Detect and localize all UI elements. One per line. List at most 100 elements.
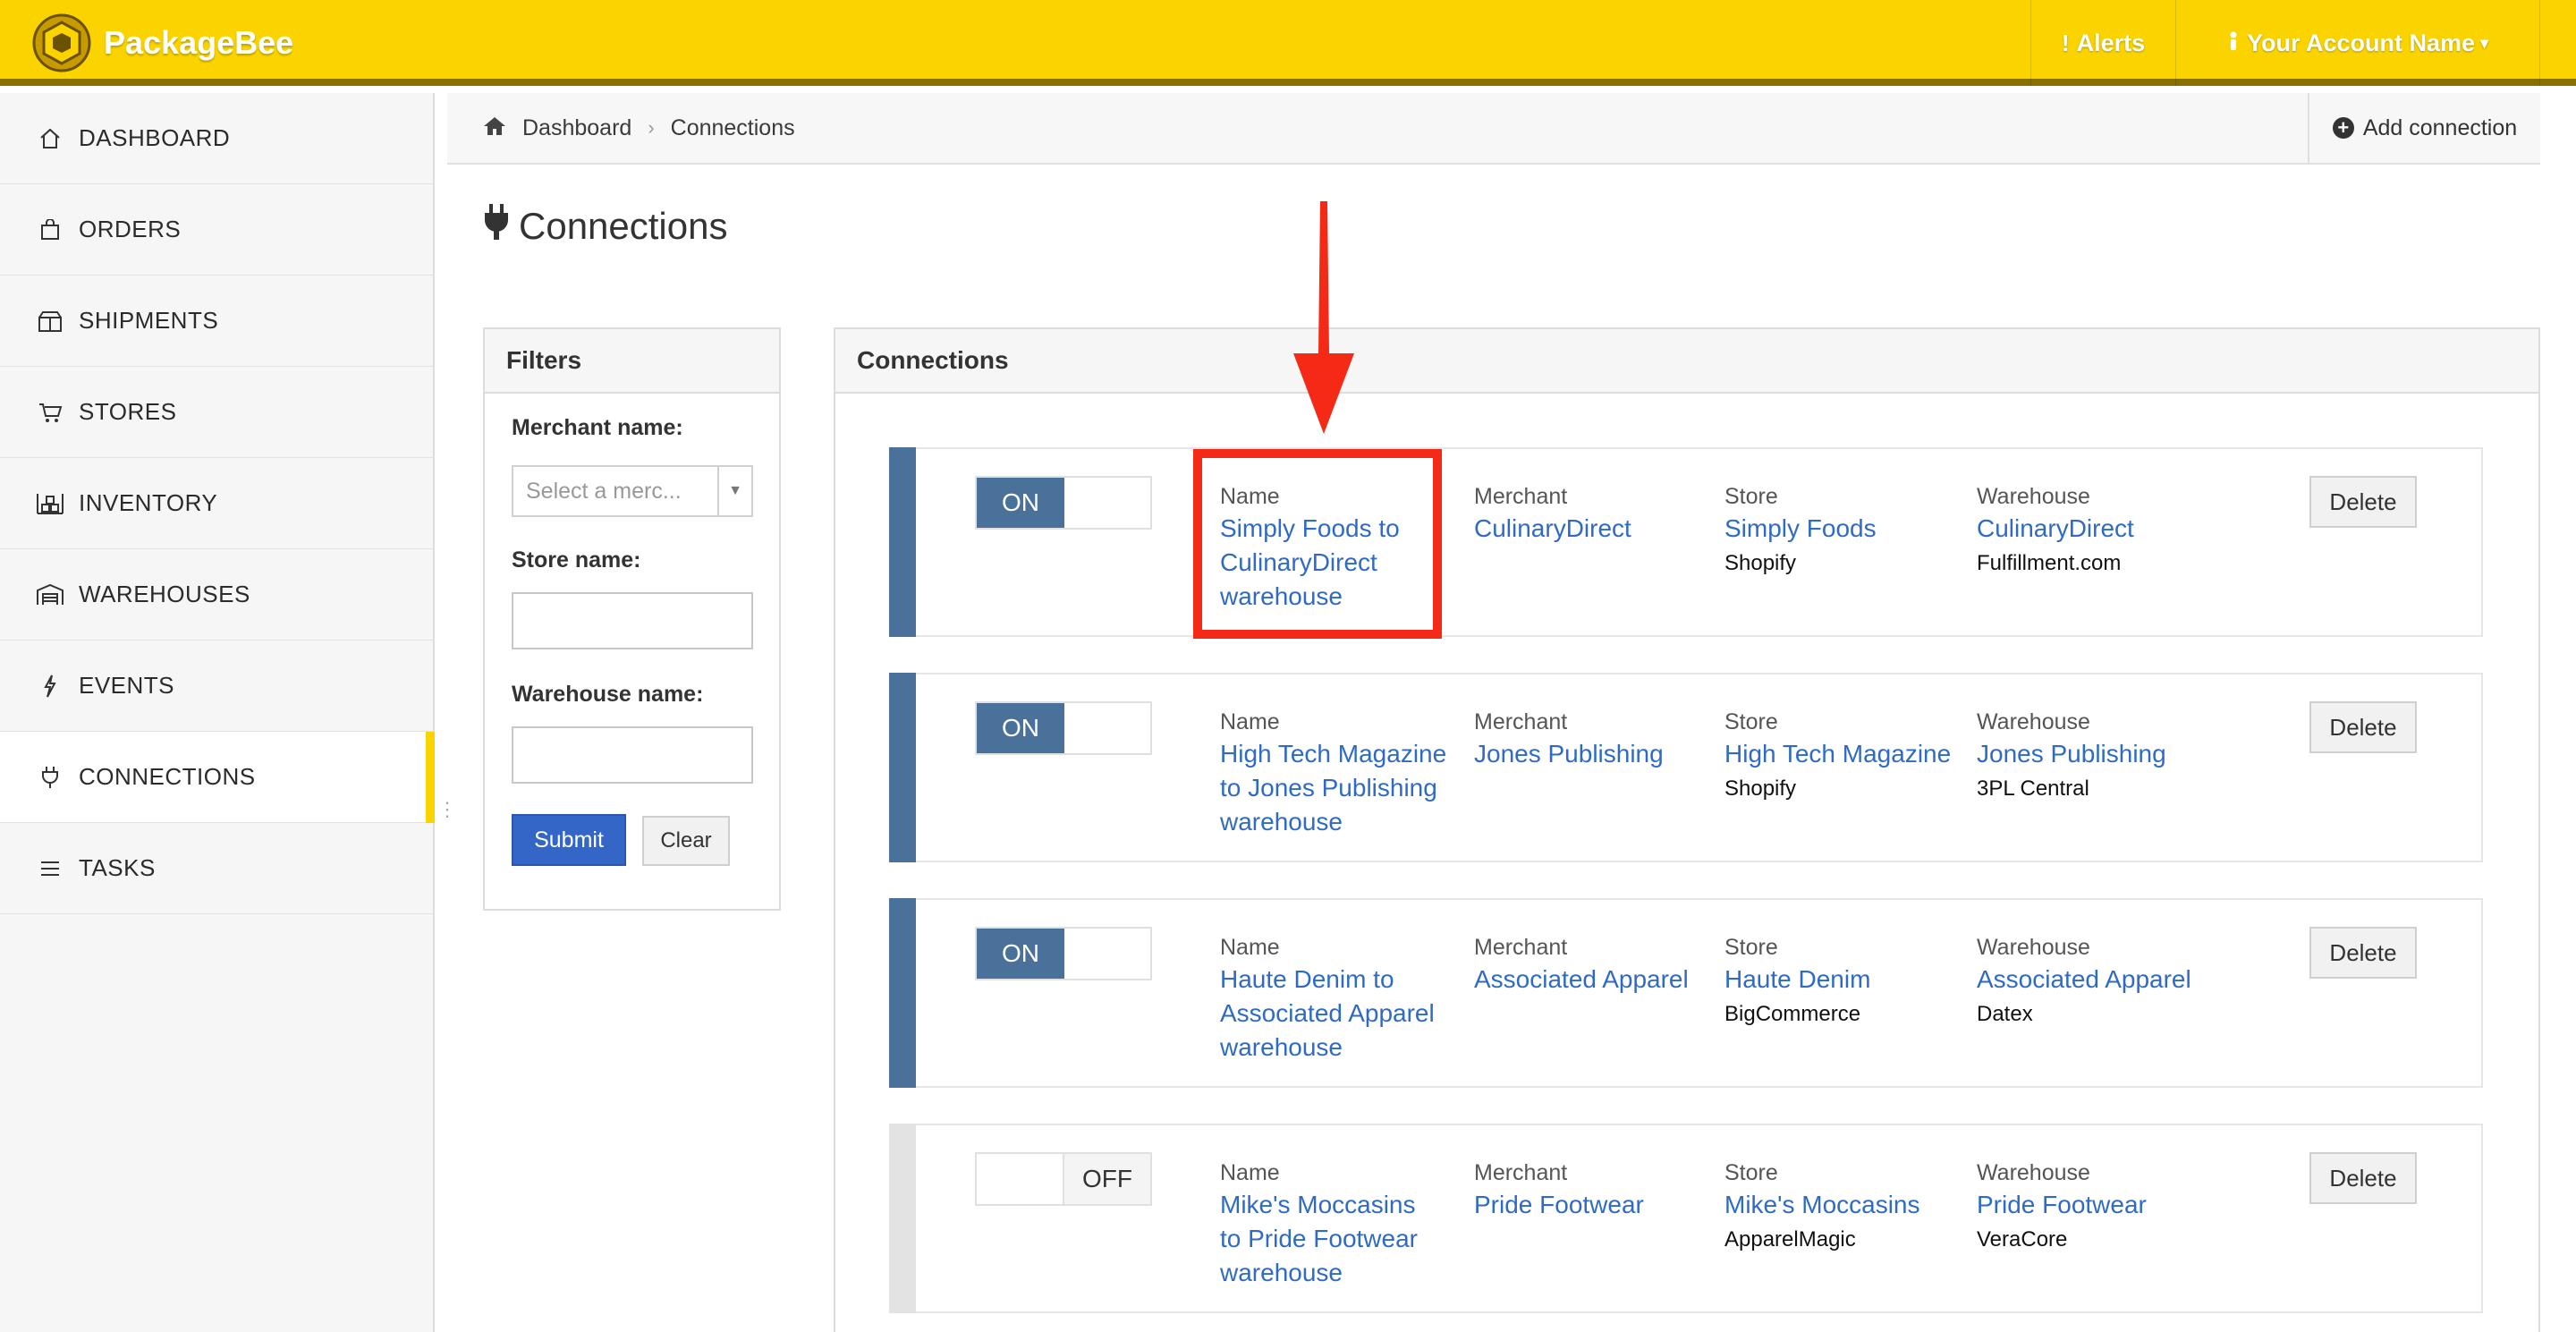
box-icon xyxy=(34,310,66,333)
connection-toggle[interactable]: ON xyxy=(975,927,1152,980)
store-label: Store xyxy=(1724,484,1778,509)
sidebar-item-connections[interactable]: CONNECTIONS xyxy=(0,732,435,823)
delete-button[interactable]: Delete xyxy=(2309,476,2417,528)
merchant-label: Merchant xyxy=(1474,484,1568,509)
store-platform: Shopify xyxy=(1724,551,1797,575)
connection-merchant-column: Merchant Associated Apparel xyxy=(1474,932,1716,997)
connection-toggle[interactable]: OFF xyxy=(975,1152,1152,1206)
delete-button[interactable]: Delete xyxy=(2309,927,2417,979)
store-link[interactable]: Haute Denim xyxy=(1724,963,1966,997)
sidebar-item-label: TASKS xyxy=(79,854,156,881)
inventory-icon xyxy=(34,492,66,515)
warehouse-link[interactable]: Associated Apparel xyxy=(1977,963,2218,997)
sidebar-item-events[interactable]: EVENTS xyxy=(0,641,435,732)
chevron-down-icon: ▾ xyxy=(2480,33,2489,52)
clear-button[interactable]: Clear xyxy=(642,816,730,866)
store-link[interactable]: Simply Foods xyxy=(1724,512,1966,546)
list-icon xyxy=(34,860,66,878)
connection-toggle[interactable]: ON xyxy=(975,476,1152,530)
page-title-text: Connections xyxy=(519,205,728,247)
warehouse-system: VeraCore xyxy=(1977,1227,2068,1251)
toggle-state-label: ON xyxy=(977,929,1064,979)
brand[interactable]: PackageBee xyxy=(32,13,293,72)
connection-name-line[interactable]: High Tech Magazine xyxy=(1220,737,1462,771)
sidebar-item-inventory[interactable]: INVENTORY xyxy=(0,458,435,549)
store-label: Store xyxy=(1724,709,1778,734)
merchant-link[interactable]: Jones Publishing xyxy=(1474,737,1716,771)
name-label: Name xyxy=(1220,709,1280,734)
connections-panel-title: Connections xyxy=(835,329,2538,394)
connection-store-column: Store Simply Foods Shopify xyxy=(1724,481,1966,581)
store-label: Store xyxy=(1724,1160,1778,1185)
sidebar-item-tasks[interactable]: TASKS xyxy=(0,823,435,914)
account-menu[interactable]: Your Account Name ▾ xyxy=(2175,0,2540,86)
alerts-label: Alerts xyxy=(2076,29,2146,56)
connection-warehouse-column: Warehouse Associated Apparel Datex xyxy=(1977,932,2218,1032)
merchant-link[interactable]: Pride Footwear xyxy=(1474,1188,1716,1222)
filters-panel: Filters Merchant name: Select a merc... … xyxy=(483,327,781,911)
merchant-select-placeholder: Select a merc... xyxy=(526,478,682,504)
sidebar-item-warehouses[interactable]: WAREHOUSES xyxy=(0,549,435,641)
toggle-state-label: ON xyxy=(977,478,1064,528)
add-connection-button[interactable]: + Add connection xyxy=(2308,93,2540,163)
alerts-menu[interactable]: ! Alerts xyxy=(2030,0,2175,86)
warehouse-name-label: Warehouse name: xyxy=(512,682,704,707)
home-icon xyxy=(34,128,66,149)
bag-icon xyxy=(34,218,66,241)
merchant-label: Merchant xyxy=(1474,935,1568,960)
connection-name-line[interactable]: warehouse xyxy=(1220,805,1462,839)
warehouse-label: Warehouse xyxy=(1977,1160,2090,1185)
exclamation-icon: ! xyxy=(2061,29,2070,56)
add-connection-label: Add connection xyxy=(2362,115,2518,140)
sidebar-resize-handle[interactable]: ⋮ xyxy=(437,800,457,819)
connection-name-line[interactable]: Associated Apparel xyxy=(1220,997,1462,1031)
store-link[interactable]: High Tech Magazine xyxy=(1724,737,1966,771)
sidebar-item-label: SHIPMENTS xyxy=(79,307,219,334)
merchant-name-select[interactable]: Select a merc... ▼ xyxy=(512,465,753,517)
merchant-label: Merchant xyxy=(1474,1160,1568,1185)
sidebar-item-label: WAREHOUSES xyxy=(79,581,250,607)
breadcrumb: Dashboard › Connections + Add connection xyxy=(447,93,2540,165)
connection-name-line[interactable]: warehouse xyxy=(1220,1256,1462,1290)
sidebar-item-orders[interactable]: ORDERS xyxy=(0,184,435,276)
home-icon[interactable] xyxy=(483,116,506,140)
connection-name-line[interactable]: Mike's Moccasins xyxy=(1220,1188,1462,1222)
submit-button[interactable]: Submit xyxy=(512,814,626,866)
warehouse-label: Warehouse xyxy=(1977,935,2090,960)
connection-status-stripe xyxy=(889,898,916,1088)
connection-name-line[interactable]: warehouse xyxy=(1220,1031,1462,1065)
sidebar-item-label: CONNECTIONS xyxy=(79,763,256,790)
connection-name-line[interactable]: Haute Denim to xyxy=(1220,963,1462,997)
merchant-name-label: Merchant name: xyxy=(512,415,683,440)
warehouse-link[interactable]: CulinaryDirect xyxy=(1977,512,2218,546)
connection-name-line[interactable]: to Pride Footwear xyxy=(1220,1222,1462,1256)
merchant-label: Merchant xyxy=(1474,709,1568,734)
chevron-down-icon: ▼ xyxy=(717,467,751,515)
warehouse-system: Datex xyxy=(1977,1002,2033,1026)
chevron-right-icon: › xyxy=(648,116,655,139)
connection-status-stripe xyxy=(889,447,916,637)
warehouse-label: Warehouse xyxy=(1977,484,2090,509)
connection-store-column: Store Haute Denim BigCommerce xyxy=(1724,932,1966,1032)
delete-button[interactable]: Delete xyxy=(2309,701,2417,753)
connection-card: ON Name Simply Foods to CulinaryDirect w… xyxy=(889,447,2483,637)
warehouse-name-input[interactable] xyxy=(512,726,753,784)
store-name-input[interactable] xyxy=(512,592,753,649)
merchant-link[interactable]: Associated Apparel xyxy=(1474,963,1716,997)
connection-warehouse-column: Warehouse Jones Publishing 3PL Central xyxy=(1977,707,2218,807)
merchant-link[interactable]: CulinaryDirect xyxy=(1474,512,1716,546)
sidebar-item-label: EVENTS xyxy=(79,672,175,699)
connection-status-stripe xyxy=(889,673,916,862)
sidebar-item-stores[interactable]: STORES xyxy=(0,367,435,458)
warehouse-system: Fulfillment.com xyxy=(1977,551,2122,575)
warehouse-link[interactable]: Pride Footwear xyxy=(1977,1188,2218,1222)
connection-toggle[interactable]: ON xyxy=(975,701,1152,755)
breadcrumb-dashboard-link[interactable]: Dashboard xyxy=(522,115,631,141)
connection-name-column: Name Mike's Moccasins to Pride Footwear … xyxy=(1220,1158,1462,1290)
delete-button[interactable]: Delete xyxy=(2309,1152,2417,1204)
connection-name-line[interactable]: to Jones Publishing xyxy=(1220,771,1462,805)
store-link[interactable]: Mike's Moccasins xyxy=(1724,1188,1966,1222)
sidebar-item-dashboard[interactable]: DASHBOARD xyxy=(0,93,435,184)
sidebar-item-shipments[interactable]: SHIPMENTS xyxy=(0,276,435,367)
warehouse-link[interactable]: Jones Publishing xyxy=(1977,737,2218,771)
